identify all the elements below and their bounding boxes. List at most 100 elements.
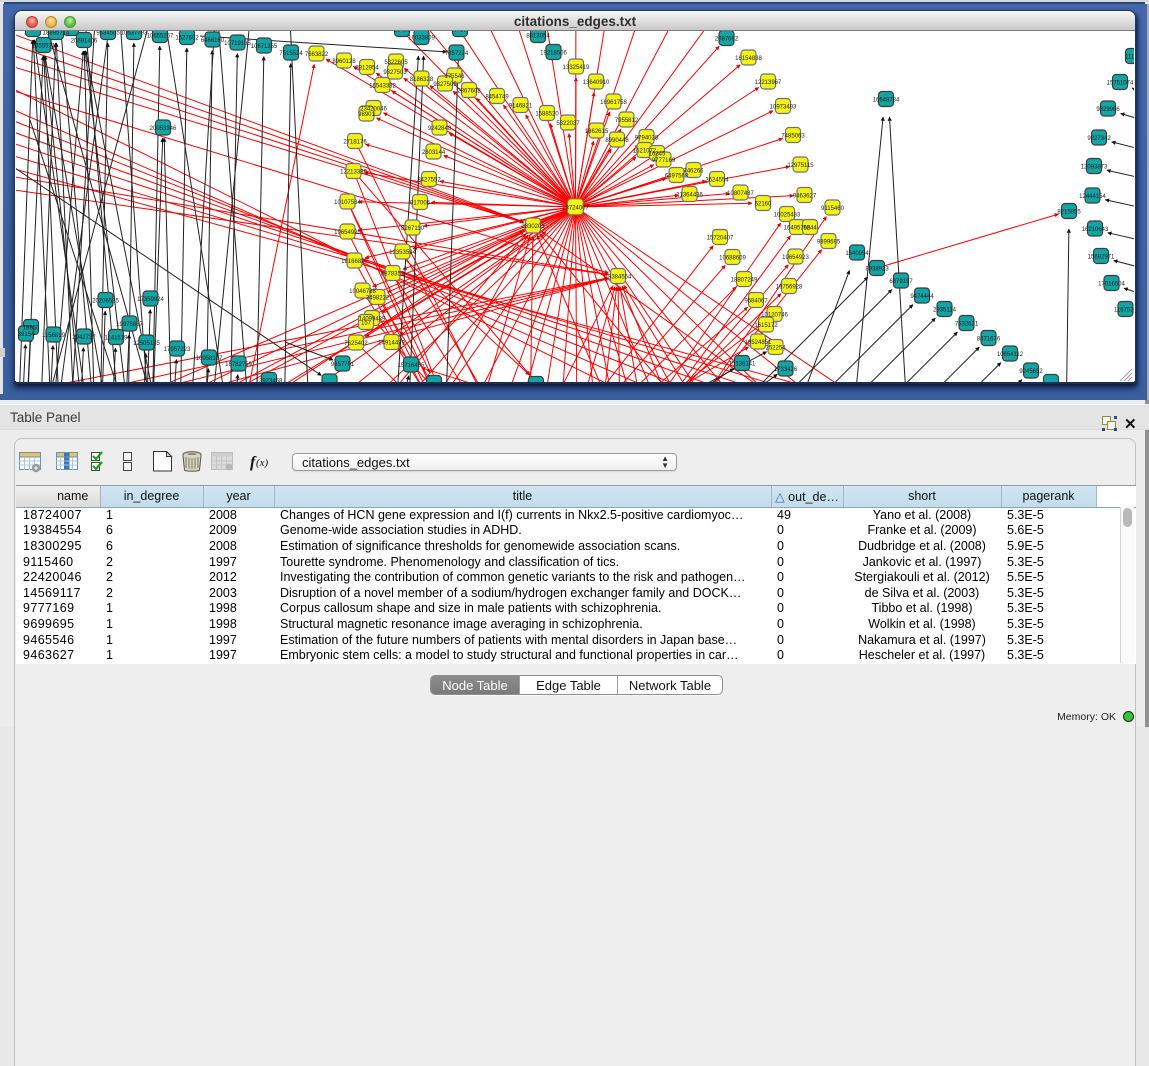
svg-text:3498222: 3498222: [366, 296, 390, 302]
svg-text:(x): (x): [256, 457, 269, 469]
svg-text:15720407: 15720407: [707, 236, 734, 242]
svg-text:10719185: 10719185: [224, 41, 251, 47]
svg-text:9227342: 9227342: [1087, 136, 1111, 142]
svg-text:16961758: 16961758: [600, 100, 627, 106]
svg-text:12444154: 12444154: [1079, 194, 1106, 200]
svg-text:8267110: 8267110: [401, 226, 425, 232]
svg-text:9146821: 9146821: [509, 104, 533, 110]
svg-text:16154838: 16154838: [735, 56, 762, 62]
svg-text:10671355: 10671355: [251, 44, 278, 50]
svg-text:1862615: 1862615: [585, 129, 609, 135]
svg-text:12353594: 12353594: [389, 250, 416, 256]
svg-text:9733: 9733: [453, 31, 467, 34]
svg-text:62160: 62160: [755, 202, 772, 208]
svg-text:9327505: 9327505: [433, 82, 457, 88]
svg-text:9777169: 9777169: [652, 158, 676, 164]
svg-text:8471676: 8471676: [977, 337, 1001, 343]
svg-text:2830203: 2830203: [521, 224, 545, 230]
svg-text:1141519: 1141519: [105, 336, 129, 342]
svg-text:8427552: 8427552: [417, 178, 441, 184]
svg-text:10973493: 10973493: [770, 105, 797, 111]
svg-text:14914479: 14914479: [378, 341, 405, 347]
svg-text:13640910: 13640910: [583, 80, 610, 86]
svg-text:15751074: 15751074: [1107, 81, 1134, 87]
svg-text:8912954: 8912954: [355, 66, 379, 72]
svg-text:16782759: 16782759: [225, 362, 252, 368]
svg-text:6879197: 6879197: [889, 279, 913, 285]
svg-text:2942737: 2942737: [72, 335, 96, 341]
svg-text:10807487: 10807487: [727, 191, 754, 197]
svg-text:16210643: 16210643: [1082, 227, 1109, 233]
svg-text:20691406: 20691406: [71, 39, 98, 45]
svg-text:9329966: 9329966: [1096, 107, 1120, 113]
svg-text:9634505: 9634505: [96, 31, 120, 37]
svg-text:11124: 11124: [1125, 55, 1134, 61]
svg-text:98901: 98901: [358, 112, 375, 118]
svg-text:12093873: 12093873: [1081, 165, 1108, 171]
svg-text:18724007: 18724007: [562, 206, 589, 212]
svg-text:6497568: 6497568: [665, 174, 689, 180]
svg-text:19218506: 19218506: [540, 51, 567, 57]
svg-text:7485063: 7485063: [781, 134, 805, 140]
svg-text:19975887: 19975887: [116, 322, 143, 328]
svg-text:157: 157: [361, 321, 372, 327]
svg-text:12505135: 12505135: [133, 341, 160, 347]
svg-text:9657791: 9657791: [331, 362, 355, 368]
svg-text:15692971: 15692971: [1088, 255, 1115, 261]
svg-text:8878352: 8878352: [381, 272, 405, 278]
svg-text:18850: 18850: [23, 326, 40, 332]
svg-text:2718176: 2718176: [343, 140, 367, 146]
svg-text:19166827: 19166827: [341, 259, 368, 265]
svg-text:7955812: 7955812: [615, 118, 639, 124]
svg-text:2087682: 2087682: [715, 37, 739, 43]
svg-text:16345: 16345: [649, 152, 666, 158]
svg-text:9242848: 9242848: [428, 126, 452, 132]
svg-text:10046788: 10046788: [349, 289, 376, 295]
svg-text:20053346: 20053346: [150, 126, 177, 132]
svg-text:19384554: 19384554: [605, 275, 632, 281]
svg-text:7357224: 7357224: [445, 51, 469, 57]
svg-text:18895714: 18895714: [43, 31, 70, 37]
svg-text:175546: 175546: [444, 74, 465, 80]
svg-text:12213389: 12213389: [340, 170, 367, 176]
svg-text:10655267: 10655267: [147, 34, 174, 40]
svg-text:10107534: 10107534: [334, 200, 361, 206]
svg-text:16543382: 16543382: [369, 84, 396, 90]
svg-text:13325419: 13325419: [563, 65, 590, 71]
svg-text:15716485: 15716485: [398, 363, 425, 369]
svg-text:10654112: 10654112: [997, 352, 1024, 358]
svg-text:1588520: 1588520: [535, 112, 559, 118]
svg-text:9474444: 9474444: [910, 294, 934, 300]
svg-text:917006: 917006: [410, 201, 431, 207]
svg-text:1733426: 1733426: [774, 367, 798, 373]
svg-text:9463627: 9463627: [793, 194, 817, 200]
svg-text:8186328: 8186328: [410, 77, 434, 83]
svg-text:8215955: 8215955: [1057, 210, 1081, 216]
svg-text:7625402: 7625402: [344, 341, 368, 347]
svg-text:12975115: 12975115: [787, 163, 814, 169]
svg-text:2055571: 2055571: [32, 44, 56, 50]
svg-text:16495: 16495: [394, 31, 411, 34]
svg-text:17016504: 17016504: [1098, 282, 1125, 288]
svg-text:8990448: 8990448: [605, 138, 629, 144]
svg-text:10637793: 10637793: [121, 31, 148, 37]
svg-text:8813054: 8813054: [526, 34, 550, 40]
svg-text:5322605: 5322605: [384, 60, 408, 66]
svg-text:2803144: 2803144: [422, 150, 446, 156]
svg-text:9899695: 9899695: [817, 240, 841, 246]
svg-text:17957223: 17957223: [164, 347, 191, 353]
svg-text:16648784: 16648784: [873, 98, 900, 104]
svg-text:10025433: 10025433: [774, 213, 801, 219]
svg-text:1156819: 1156819: [42, 333, 66, 339]
svg-text:39154: 39154: [18, 332, 35, 338]
svg-text:2867608: 2867608: [457, 89, 481, 95]
svg-text:9794028: 9794028: [635, 136, 659, 142]
svg-text:17359924: 17359924: [137, 297, 164, 303]
svg-text:6466160: 6466160: [201, 38, 225, 44]
svg-text:8454749: 8454749: [485, 95, 509, 101]
svg-text:7632621: 7632621: [955, 322, 979, 328]
svg-text:10688609: 10688609: [719, 256, 746, 262]
svg-text:9327503: 9327503: [383, 70, 407, 76]
svg-text:9115460: 9115460: [821, 206, 845, 212]
svg-text:9684067: 9684067: [744, 299, 768, 305]
